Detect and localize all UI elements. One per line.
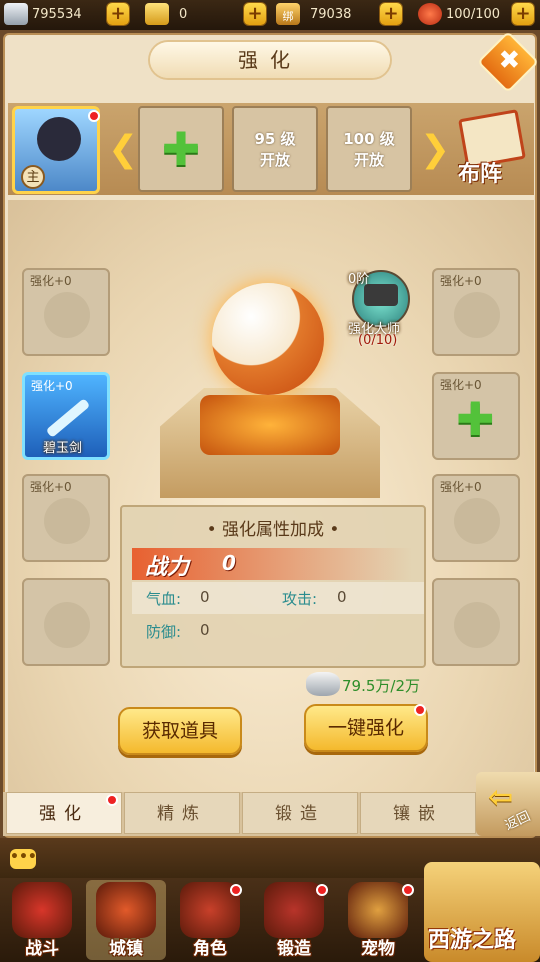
- tab-enhance[interactable]: 强化: [6, 792, 122, 834]
- dagger-icon: [44, 602, 90, 648]
- hero-notification-dot: [88, 110, 100, 122]
- bound-gold-icon: 绑: [276, 3, 300, 25]
- formation-label: 布阵: [458, 162, 503, 187]
- defense-label: 防御:: [146, 623, 182, 641]
- locked-slot-100[interactable]: 100 级 开放: [326, 106, 412, 192]
- enhance-level-label: 强化+0: [440, 378, 482, 392]
- defense-value: 0: [200, 621, 210, 639]
- equip-slot-bracer[interactable]: 强化+0: [22, 474, 110, 562]
- bracer-icon: [44, 498, 90, 544]
- town-icon: [96, 882, 156, 938]
- game-logo-text: 西游之路: [428, 928, 517, 953]
- auto-enhance-notification-dot: [414, 704, 426, 716]
- battle-icon: [12, 882, 72, 938]
- tab-inlay[interactable]: 镶嵌: [360, 792, 476, 834]
- silver-ingot-icon: [306, 672, 340, 696]
- equip-slot-armor[interactable]: 强化+0 ✚: [432, 372, 520, 460]
- nav-label: 锻造: [277, 939, 311, 959]
- equip-slot-empty-right[interactable]: [432, 578, 520, 666]
- stamina-resource: 100/100: [418, 2, 500, 26]
- bound-gold-resource: 绑 79038: [276, 2, 351, 26]
- silver-icon: [4, 3, 28, 25]
- hp-label: 气血:: [146, 590, 182, 608]
- main-hero-badge: 主: [21, 165, 45, 189]
- hammer-icon: [364, 284, 398, 306]
- nav-character-notification-dot: [230, 884, 242, 896]
- boots-icon: [454, 498, 500, 544]
- add-gold-button[interactable]: +: [244, 3, 266, 25]
- add-plus-icon: ✚: [161, 122, 201, 176]
- power-label: 战力: [145, 555, 190, 580]
- enhance-level-label: 强化+0: [31, 379, 73, 393]
- scroll-left-arrow[interactable]: ❮: [108, 128, 138, 172]
- silver-resource: 795534: [4, 2, 82, 26]
- auto-enhance-button[interactable]: 一键强化: [304, 704, 428, 752]
- nav-label: 战斗: [25, 939, 59, 959]
- silver-value: 795534: [32, 6, 82, 22]
- helmet-icon: [44, 292, 90, 338]
- hp-value: 0: [200, 588, 210, 606]
- tab-enhance-notification-dot: [106, 794, 118, 806]
- stat-row-1: 气血: 0 攻击: 0: [132, 582, 424, 614]
- equip-slot-helmet[interactable]: 强化+0: [22, 268, 110, 356]
- nav-label: 宠物: [361, 939, 395, 959]
- add-stamina-button[interactable]: +: [512, 3, 534, 25]
- scroll-right-arrow[interactable]: ❯: [420, 128, 450, 172]
- nav-label: 城镇: [109, 939, 143, 959]
- power-value: 0: [222, 551, 236, 575]
- back-arrow-icon: ⇦: [488, 780, 514, 815]
- close-icon: ✖: [498, 45, 521, 76]
- stamina-value: 100/100: [446, 6, 501, 22]
- add-silver-button[interactable]: +: [107, 3, 129, 25]
- necklace-icon: [454, 292, 500, 338]
- weapon-name: 碧玉剑: [43, 441, 83, 456]
- formation-button[interactable]: 布阵: [452, 109, 528, 188]
- enhance-level-label: 强化+0: [30, 480, 72, 494]
- equip-slot-weapon[interactable]: 强化+0 碧玉剑: [22, 372, 110, 460]
- locked-slot-95[interactable]: 95 级 开放: [232, 106, 318, 192]
- attack-value: 0: [337, 588, 347, 606]
- nav-forge-notification-dot: [316, 884, 328, 896]
- equip-slot-necklace[interactable]: 强化+0: [432, 268, 520, 356]
- get-items-button[interactable]: 获取道具: [118, 707, 242, 755]
- enhance-cost: 79.5万/2万: [342, 677, 420, 695]
- hero-avatar: [37, 117, 81, 161]
- nav-label: 角色: [193, 939, 227, 959]
- yin-yang-orb-icon: [212, 283, 324, 395]
- add-plus-icon: ✚: [456, 392, 495, 446]
- enhance-level-label: 强化+0: [440, 274, 482, 288]
- tab-forge[interactable]: 锻造: [242, 792, 358, 834]
- nav-pet-notification-dot: [402, 884, 414, 896]
- gold-ingot-icon: [145, 3, 169, 25]
- stats-title: • 强化属性加成 •: [206, 520, 340, 540]
- mask-icon: [454, 602, 500, 648]
- enhance-level-label: 强化+0: [440, 480, 482, 494]
- lantern-icon: [418, 3, 442, 25]
- nav-town[interactable]: 城镇: [86, 880, 166, 960]
- add-hero-slot[interactable]: ✚: [138, 106, 224, 192]
- sword-icon: [45, 398, 91, 438]
- pet-icon: [348, 882, 408, 938]
- gold-resource: 0: [145, 2, 187, 26]
- add-bound-gold-button[interactable]: +: [380, 3, 402, 25]
- equip-slot-empty-left[interactable]: [22, 578, 110, 666]
- stat-row-2: 防御: 0: [132, 615, 424, 647]
- hero-avatar-slot[interactable]: 主: [12, 106, 100, 194]
- enhance-level-label: 强化+0: [30, 274, 72, 288]
- chat-button[interactable]: •••: [10, 849, 37, 869]
- master-rank: 0阶: [348, 272, 370, 287]
- bound-gold-value: 79038: [310, 6, 352, 22]
- equip-slot-boots[interactable]: 强化+0: [432, 474, 520, 562]
- armor-icon: [264, 882, 324, 938]
- nav-battle[interactable]: 战斗: [2, 880, 82, 960]
- tab-refine[interactable]: 精炼: [124, 792, 240, 834]
- altar-glow: [200, 395, 340, 455]
- gold-value: 0: [179, 6, 188, 22]
- master-progress: (0/10): [358, 333, 398, 348]
- attack-label: 攻击:: [282, 590, 318, 608]
- panel-title: 强化: [238, 48, 302, 72]
